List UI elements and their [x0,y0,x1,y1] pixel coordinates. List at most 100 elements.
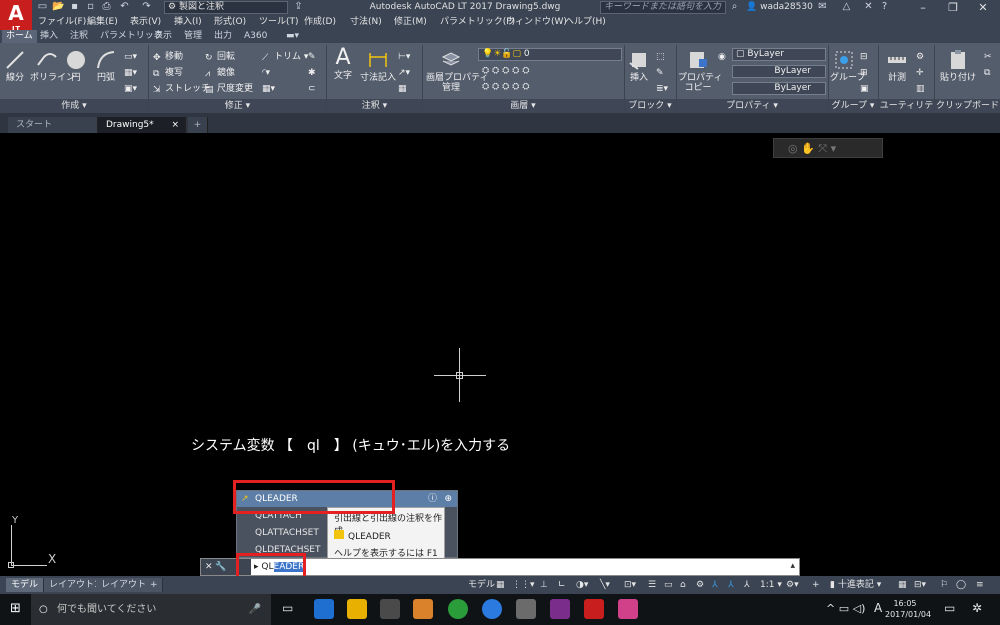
offset-icon[interactable]: ⊂ [308,83,316,95]
trim-button[interactable]: ⟋ トリム ▾ [262,51,308,63]
layer-tools-row-2[interactable]: ⛭ ⛭ ⛭ ⛭ ⛭ [482,81,529,93]
system-tray-icons[interactable]: ^ ▭ ◁) [826,602,865,615]
share-icon[interactable]: ⇪ [292,1,305,13]
fillet-icon[interactable]: ◜▾ [262,67,270,79]
move-button[interactable]: ✥ 移動 [153,51,183,63]
units-dropdown[interactable]: ▮ 十進表記 ▾ [830,578,881,592]
close-command-icon[interactable]: ✕ [205,562,213,572]
pan-zoom-icons[interactable]: ◎ ✋ ⤧ ▾ [788,142,836,156]
properties-panel-title[interactable]: プロパティ ▾ [677,101,827,112]
menu-modify[interactable]: 修正(M) [394,15,427,30]
measure-button[interactable]: 計測 [882,49,912,83]
search-globe-icon[interactable]: ⊕ [444,491,452,507]
lineweight-icon[interactable]: ☰ [648,578,656,592]
grid-icon[interactable]: ▦ [496,578,505,592]
insert-block-button[interactable]: 挿入 [626,49,652,83]
cut-icon[interactable]: ✂ [984,51,992,63]
ungroup-icon[interactable]: ⊟ [860,51,868,63]
linetype-dropdown[interactable]: ByLayer [732,65,826,78]
hatch-icon[interactable]: ▦▾ [124,67,137,79]
tab-view[interactable]: 表示 [150,30,176,43]
tab-insert[interactable]: 挿入 [36,30,62,43]
menu-insert[interactable]: 挿入(I) [174,15,202,30]
help-icon[interactable]: ? [878,1,891,13]
text-button[interactable]: A 文字 [330,47,356,82]
workspace-switch-icon[interactable]: ⚙▾ [786,578,799,592]
autocomplete-item[interactable]: QLATTACHSET [237,525,327,541]
annotation-visibility-icon[interactable]: ⚙ [696,578,704,592]
minimize-button[interactable]: – [908,0,938,15]
draw-panel-title[interactable]: 作成 ▾ [0,101,148,112]
layer-tools-row-1[interactable]: ⛭ ⛭ ⛭ ⛭ ⛭ [482,65,529,77]
lineweight-dropdown[interactable]: ByLayer [732,82,826,95]
match-properties-button[interactable]: プロパティ コピー [678,49,722,93]
save-icon[interactable]: ▪ [68,1,81,13]
block-panel-title[interactable]: ブロック ▾ [625,101,675,112]
calculator-icon[interactable]: ▥ [916,83,925,95]
add-layout-button[interactable]: + [146,578,163,592]
transparency-icon[interactable]: ▭ [664,578,673,592]
auto-scale-icon[interactable]: ⅄ [728,578,734,592]
paint-icon[interactable] [516,599,536,619]
app-icon[interactable] [550,599,570,619]
workspace-dropdown[interactable]: ⚙ 製図と注釈 [164,1,288,14]
taskbar-search[interactable]: ○ 何でも聞いてください 🎤 [31,594,271,625]
edit-block-icon[interactable]: ✎ [656,67,664,79]
linear-dim-icon[interactable]: ⊢▾ [398,51,410,63]
store-icon[interactable] [380,599,400,619]
selection-cycling-icon[interactable]: ⌂ [680,578,686,592]
autocad-taskbar-icon[interactable] [584,599,604,619]
menu-parametric[interactable]: パラメトリック(P) [440,15,515,30]
annotation-scale-icon[interactable]: ⅄ [712,578,718,592]
tab-manage[interactable]: 管理 [180,30,206,43]
tab-annotate[interactable]: 注釈 [66,30,92,43]
stretch-button[interactable]: ⇲ ストレッチ [153,83,210,95]
customize-icon[interactable]: 🔧 [215,562,226,572]
action-center-icon[interactable]: ✲ [972,601,982,615]
layers-panel-title[interactable]: 画層 ▾ [423,101,623,112]
notification-icon[interactable]: ▭ [944,601,955,615]
edge-icon[interactable] [314,599,334,619]
isodraft-icon[interactable]: ◑▾ [576,578,588,592]
navigation-bar[interactable]: ◎ ✋ ⤧ ▾ [773,138,883,158]
explode-icon[interactable]: ✱ [308,67,316,79]
arc-button[interactable]: 円弧 [92,49,120,83]
tab-home[interactable]: ホーム [2,30,37,43]
point-icon[interactable]: ✛ [916,67,924,79]
user-account[interactable]: 👤 wada28530 [746,0,813,15]
maximize-button[interactable]: ❐ [938,0,968,15]
group-select-icon[interactable]: ▣ [860,83,869,95]
menu-dimension[interactable]: 寸法(N) [350,15,382,30]
taskbar-clock[interactable]: 16:05 2017/01/04 [885,598,931,620]
redo-icon[interactable]: ↷ [140,1,153,13]
object-snap-tracking-icon[interactable]: ╲▾ [600,578,610,592]
tab-model[interactable]: モデル [6,578,45,592]
modify-panel-title[interactable]: 修正 ▾ [149,101,326,112]
boundary-icon[interactable]: ▣▾ [124,83,137,95]
copy-button[interactable]: ⧉ 複写 [153,67,183,79]
ime-indicator[interactable]: A [874,601,882,615]
dimension-button[interactable]: 寸法記入 [360,49,396,83]
tab-drawing[interactable]: Drawing5* × [98,117,186,133]
tab-a360[interactable]: A360 [240,30,271,43]
lock-ui-icon[interactable]: ⊟▾ [914,578,926,592]
help-search-input[interactable]: キーワードまたは語句を入力 [600,1,726,14]
annotation-monitor-icon[interactable]: ⅄ [744,578,750,592]
windows-start-icon[interactable]: ⊞ [10,601,21,616]
new-icon[interactable]: ▭ [36,1,49,13]
exchange-icon[interactable]: ✕ [862,1,875,13]
menu-format[interactable]: 形式(O) [214,15,246,30]
menu-file[interactable]: ファイル(F) [38,15,86,30]
layer-properties-button[interactable]: 画層プロパティ 管理 [426,49,488,93]
customization-icon[interactable]: ≡ [976,578,984,592]
file-explorer-icon[interactable] [347,599,367,619]
polyline-button[interactable]: ポリライン [30,49,75,83]
menu-window[interactable]: ウィンドウ(W) [506,15,567,30]
task-view-icon[interactable]: ▭ [282,601,293,615]
circle-button[interactable]: 円 [64,49,88,83]
rotate-button[interactable]: ↻ 回転 [205,51,235,63]
command-history-icon[interactable]: ▴ [790,561,795,571]
add-icon[interactable]: + [812,578,820,592]
menu-edit[interactable]: 編集(E) [87,15,118,30]
polar-icon[interactable]: ∟ [558,578,566,592]
